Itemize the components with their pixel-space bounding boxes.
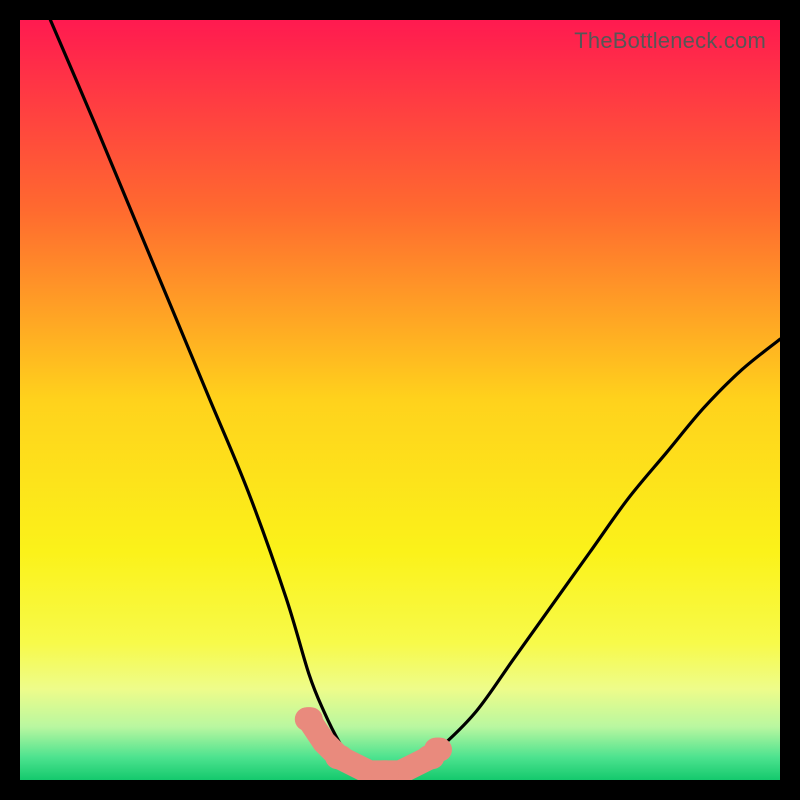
highlight-capsule (295, 707, 323, 731)
watermark-text: TheBottleneck.com (574, 28, 766, 54)
highlight-capsule (325, 745, 353, 769)
highlight-capsule (424, 738, 452, 762)
chart-background (20, 20, 780, 780)
chart-frame: TheBottleneck.com (20, 20, 780, 780)
highlight-capsule (371, 760, 399, 780)
bottleneck-chart (20, 20, 780, 780)
